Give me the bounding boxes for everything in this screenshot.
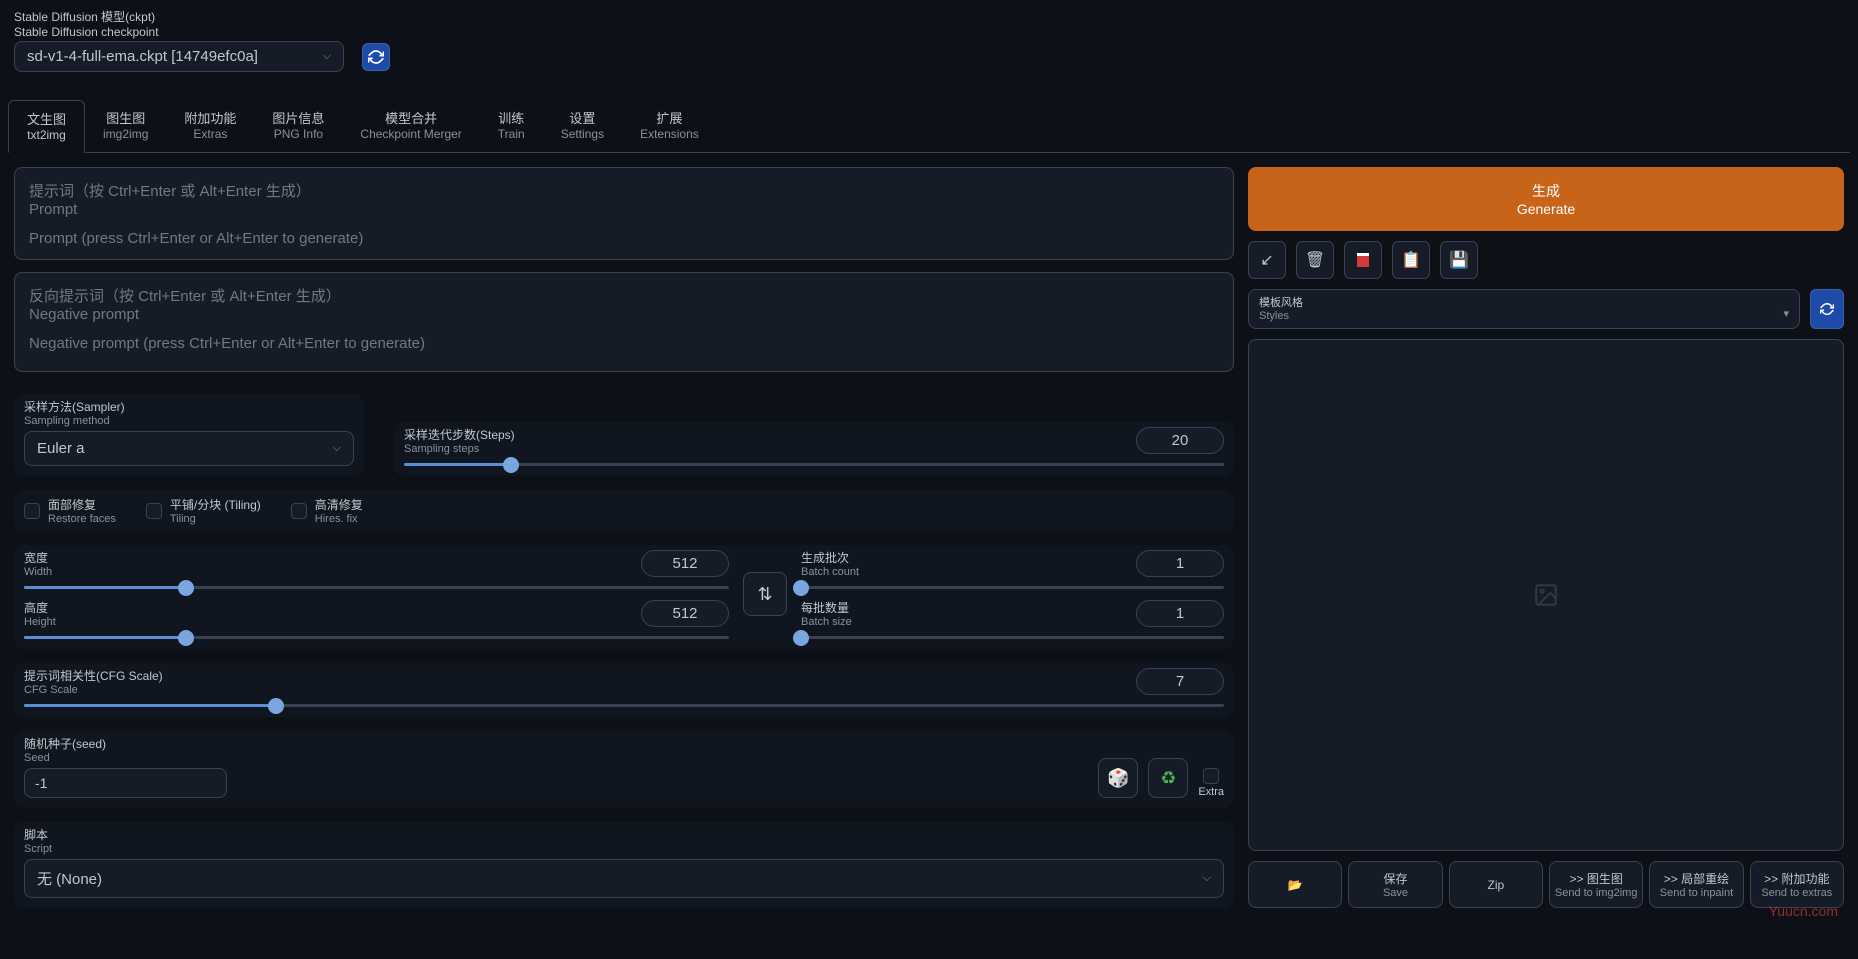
open-folder-button[interactable]: 📂: [1248, 861, 1342, 908]
batch-count-slider[interactable]: [801, 586, 1224, 589]
paste-button[interactable]: 📋: [1392, 241, 1430, 279]
width-slider[interactable]: [24, 586, 729, 589]
cfg-value[interactable]: 7: [1136, 668, 1224, 695]
styles-select[interactable]: 模板风格 Styles ▾: [1248, 289, 1800, 329]
watermark: Yuucn.com: [1769, 903, 1838, 919]
save-button[interactable]: 保存Save: [1348, 861, 1442, 908]
tiling-checkbox[interactable]: [146, 503, 162, 519]
height-slider[interactable]: [24, 636, 729, 639]
send-to-inpaint-button[interactable]: >> 局部重绘Send to inpaint: [1649, 861, 1743, 908]
tab-train[interactable]: 训练Train: [480, 100, 543, 152]
swap-dimensions-button[interactable]: ⇅: [743, 572, 787, 616]
sampler-select[interactable]: Euler a ⌵: [24, 431, 354, 466]
chevron-down-icon: ⌵: [333, 442, 341, 455]
prompt-input[interactable]: 提示词（按 Ctrl+Enter 或 Alt+Enter 生成） Prompt …: [14, 167, 1234, 260]
tab-png-info[interactable]: 图片信息PNG Info: [254, 100, 342, 152]
script-select[interactable]: 无 (None) ⌵: [24, 859, 1224, 898]
batch-size-slider[interactable]: [801, 636, 1224, 639]
batch-count-value[interactable]: 1: [1136, 550, 1224, 577]
zip-button[interactable]: Zip: [1449, 861, 1543, 908]
checkpoint-label-en: Stable Diffusion checkpoint: [14, 25, 1844, 39]
checkpoint-label-cn: Stable Diffusion 模型(ckpt): [14, 8, 1844, 25]
save-style-button[interactable]: 💾: [1440, 241, 1478, 279]
warn-button[interactable]: [1344, 241, 1382, 279]
clear-button[interactable]: 🗑: [1296, 241, 1334, 279]
generate-button[interactable]: 生成 Generate: [1248, 167, 1844, 231]
send-to-extras-button[interactable]: >> 附加功能Send to extras: [1750, 861, 1844, 908]
steps-value[interactable]: 20: [1136, 427, 1224, 454]
main-tabs: 文生图txt2img图生图img2img附加功能Extras图片信息PNG In…: [8, 100, 1850, 153]
hires-fix-checkbox[interactable]: [291, 503, 307, 519]
chevron-down-icon: ▾: [1783, 307, 1789, 320]
tab-txt2img[interactable]: 文生图txt2img: [8, 100, 85, 153]
chevron-down-icon: ⌵: [1203, 872, 1211, 885]
tab-checkpoint-merger[interactable]: 模型合并Checkpoint Merger: [342, 100, 479, 152]
sampler-label: 采样方法(Sampler) Sampling method: [24, 398, 354, 427]
seed-extra-checkbox[interactable]: [1203, 768, 1219, 784]
height-value[interactable]: 512: [641, 600, 729, 627]
tab-extras[interactable]: 附加功能Extras: [166, 100, 254, 152]
chevron-down-icon: ⌵: [323, 50, 331, 63]
refresh-checkpoint-button[interactable]: [362, 43, 390, 71]
refresh-styles-button[interactable]: [1810, 289, 1844, 329]
arrow-button[interactable]: ↙: [1248, 241, 1286, 279]
seed-input[interactable]: [24, 768, 227, 798]
random-seed-button[interactable]: 🎲: [1098, 758, 1138, 798]
cfg-slider[interactable]: [24, 704, 1224, 707]
checkpoint-select[interactable]: sd-v1-4-full-ema.ckpt [14749efc0a] ⌵: [14, 41, 344, 72]
steps-label: 采样迭代步数(Steps) Sampling steps: [404, 426, 1126, 455]
send-to-img2img-button[interactable]: >> 图生图Send to img2img: [1549, 861, 1643, 908]
reuse-seed-button[interactable]: ♻: [1148, 758, 1188, 798]
tab-img2img[interactable]: 图生图img2img: [85, 100, 166, 152]
checkpoint-value: sd-v1-4-full-ema.ckpt [14749efc0a]: [27, 48, 258, 65]
negative-prompt-input[interactable]: 反向提示词（按 Ctrl+Enter 或 Alt+Enter 生成） Negat…: [14, 272, 1234, 372]
batch-size-value[interactable]: 1: [1136, 600, 1224, 627]
restore-faces-checkbox[interactable]: [24, 503, 40, 519]
width-value[interactable]: 512: [641, 550, 729, 577]
image-icon: [1533, 582, 1559, 608]
tab-extensions[interactable]: 扩展Extensions: [622, 100, 717, 152]
header: Stable Diffusion 模型(ckpt) Stable Diffusi…: [0, 0, 1858, 76]
tab-settings[interactable]: 设置Settings: [543, 100, 622, 152]
output-preview: [1248, 339, 1844, 851]
steps-slider[interactable]: [404, 463, 1224, 466]
